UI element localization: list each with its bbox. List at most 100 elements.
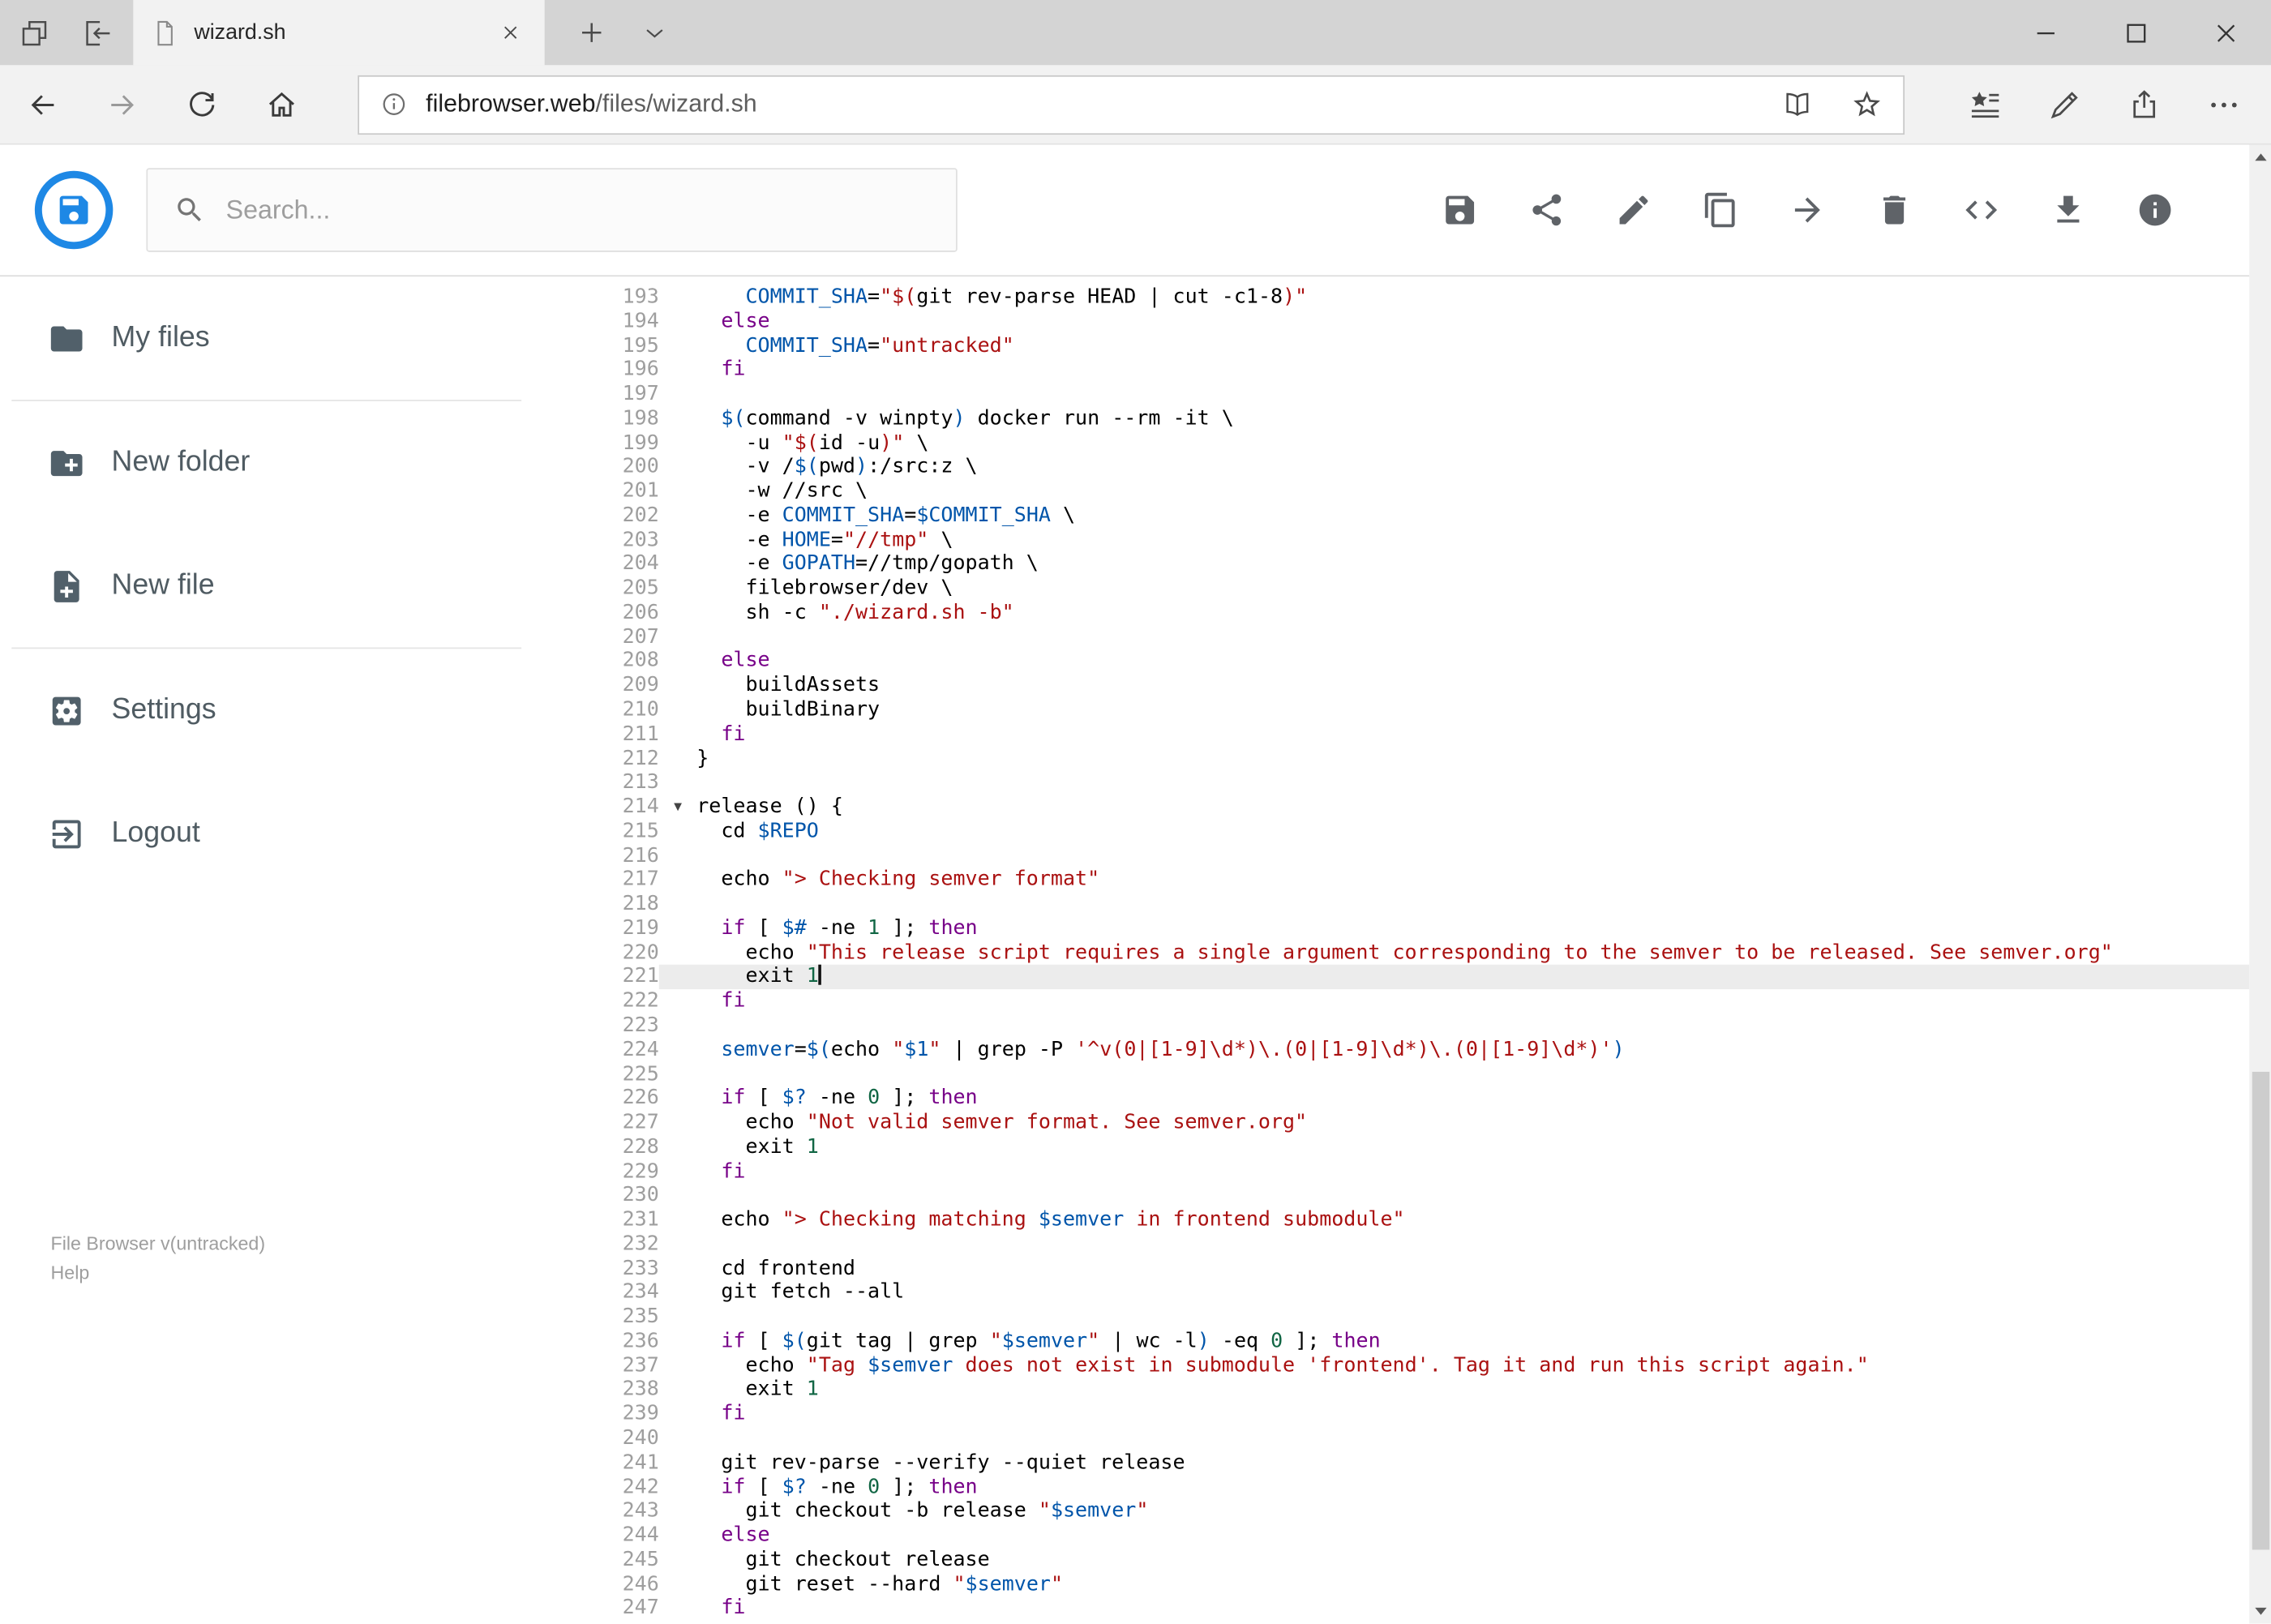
window-maximize-button[interactable] xyxy=(2091,0,2181,65)
code-line[interactable]: 226 if [ $? -ne 0 ]; then xyxy=(586,1086,2249,1111)
code-line[interactable]: 229 fi xyxy=(586,1159,2249,1184)
code-line[interactable]: 215 cd $REPO xyxy=(586,820,2249,844)
code-line[interactable]: 224 semver=$(echo "$1" | grep -P '^v(0|[… xyxy=(586,1038,2249,1062)
window-close-button[interactable] xyxy=(2181,0,2271,65)
move-button[interactable] xyxy=(1789,191,1826,229)
scrollbar-thumb[interactable] xyxy=(2251,1071,2269,1550)
code-line[interactable]: 219 if [ $# -ne 1 ]; then xyxy=(586,917,2249,941)
code-line[interactable]: 200 -v /$(pwd):/src:z \ xyxy=(586,456,2249,480)
code-editor[interactable]: 193 COMMIT_SHA="$(git rev-parse HEAD | c… xyxy=(586,276,2250,1624)
code-line[interactable]: 228 exit 1 xyxy=(586,1135,2249,1159)
tab-close-button[interactable] xyxy=(492,15,527,50)
sidebar-item-new-file[interactable]: New file xyxy=(0,525,586,648)
window-minimize-button[interactable] xyxy=(2002,0,2092,65)
address-bar[interactable]: filebrowser.web/files/wizard.sh xyxy=(358,74,1905,135)
code-line[interactable]: 237 echo "Tag $semver does not exist in … xyxy=(586,1354,2249,1378)
code-line[interactable]: 242 if [ $? -ne 0 ]; then xyxy=(586,1475,2249,1499)
code-line[interactable]: 243 git checkout -b release "$semver" xyxy=(586,1499,2249,1523)
code-line[interactable]: 244 else xyxy=(586,1523,2249,1548)
save-button[interactable] xyxy=(1441,191,1478,229)
code-line[interactable]: 204 -e GOPATH=//tmp/gopath \ xyxy=(586,552,2249,576)
code-line[interactable]: 216 xyxy=(586,844,2249,868)
code-line[interactable]: 211 fi xyxy=(586,722,2249,747)
search-input[interactable] xyxy=(223,193,956,227)
refresh-button[interactable] xyxy=(162,65,242,143)
favorite-star-icon[interactable] xyxy=(1851,88,1883,120)
sidebar-item-logout[interactable]: Logout xyxy=(0,772,586,895)
code-line[interactable]: 239 fi xyxy=(586,1403,2249,1427)
code-line[interactable]: 196 fi xyxy=(586,358,2249,383)
delete-button[interactable] xyxy=(1875,191,1913,229)
code-view-button[interactable] xyxy=(1963,191,2000,229)
code-line[interactable]: 209 buildAssets xyxy=(586,674,2249,698)
code-line[interactable]: 203 -e HOME="//tmp" \ xyxy=(586,528,2249,552)
code-line[interactable]: 194 else xyxy=(586,310,2249,334)
code-line[interactable]: 217 echo "> Checking semver format" xyxy=(586,868,2249,893)
browser-more-icon[interactable] xyxy=(2184,65,2264,143)
new-tab-button[interactable] xyxy=(573,15,608,50)
set-tabs-aside-button[interactable] xyxy=(81,15,116,50)
download-button[interactable] xyxy=(2050,191,2087,229)
code-line[interactable]: 199 -u "$(id -u)" \ xyxy=(586,431,2249,456)
web-note-pen-icon[interactable] xyxy=(2025,65,2104,143)
code-line[interactable]: 234 git fetch --all xyxy=(586,1281,2249,1305)
code-line[interactable]: 247 fi xyxy=(586,1596,2249,1621)
search-box[interactable] xyxy=(146,168,958,252)
code-line[interactable]: 214 ▾ release () { xyxy=(586,795,2249,820)
browser-tab[interactable]: wizard.sh xyxy=(133,0,545,66)
code-line[interactable]: 210 buildBinary xyxy=(586,698,2249,722)
sidebar-item-new-folder[interactable]: New folder xyxy=(0,401,586,525)
forward-button[interactable] xyxy=(83,65,162,143)
code-line[interactable]: 197 xyxy=(586,383,2249,407)
code-line[interactable]: 232 xyxy=(586,1232,2249,1257)
rename-button[interactable] xyxy=(1615,191,1652,229)
code-line[interactable]: 238 exit 1 xyxy=(586,1378,2249,1403)
back-button[interactable] xyxy=(3,65,83,143)
hub-favorites-icon[interactable] xyxy=(1945,65,2025,143)
code-line[interactable]: 201 -w //src \ xyxy=(586,480,2249,504)
vertical-scrollbar[interactable] xyxy=(2249,144,2271,1624)
code-line[interactable]: 230 xyxy=(586,1184,2249,1208)
share-button[interactable] xyxy=(1528,191,1566,229)
info-button[interactable] xyxy=(2136,191,2174,229)
code-line[interactable]: 246 git reset --hard "$semver" xyxy=(586,1572,2249,1596)
url-text[interactable]: filebrowser.web/files/wizard.sh xyxy=(426,90,1781,119)
copy-button[interactable] xyxy=(1702,191,1739,229)
tab-preview-button[interactable] xyxy=(17,15,52,50)
sidebar-item-settings[interactable]: Settings xyxy=(0,649,586,772)
code-line[interactable]: 235 xyxy=(586,1305,2249,1330)
code-line[interactable]: 220 echo "This release script requires a… xyxy=(586,941,2249,966)
code-line[interactable]: 221 exit 1 xyxy=(586,965,2250,990)
sidebar-item-my-files[interactable]: My files xyxy=(0,276,586,400)
code-line[interactable]: 212} xyxy=(586,747,2249,771)
code-line[interactable]: 195 COMMIT_SHA="untracked" xyxy=(586,334,2249,358)
code-line[interactable]: 245 git checkout release xyxy=(586,1548,2249,1572)
code-line[interactable]: 225 xyxy=(586,1062,2249,1086)
code-line[interactable]: 231 echo "> Checking matching $semver in… xyxy=(586,1208,2249,1232)
tab-list-chevron-icon[interactable] xyxy=(637,15,672,50)
code-line[interactable]: 213 xyxy=(586,771,2249,795)
code-line[interactable]: 222 fi xyxy=(586,989,2249,1013)
code-line[interactable]: 233 cd frontend xyxy=(586,1257,2249,1281)
browser-share-icon[interactable] xyxy=(2105,65,2184,143)
site-info-icon[interactable] xyxy=(379,90,409,119)
fold-arrow-icon[interactable]: ▾ xyxy=(659,795,696,820)
code-line[interactable]: 207 xyxy=(586,625,2249,649)
code-line[interactable]: 206 sh -c "./wizard.sh -b" xyxy=(586,601,2249,625)
scroll-up-arrow-icon[interactable] xyxy=(2249,145,2271,169)
help-link[interactable]: Help xyxy=(51,1258,266,1288)
reading-view-icon[interactable] xyxy=(1781,88,1813,120)
code-line[interactable]: 193 COMMIT_SHA="$(git rev-parse HEAD | c… xyxy=(586,285,2249,310)
code-line[interactable]: 240 xyxy=(586,1427,2249,1451)
code-line[interactable]: 227 echo "Not valid semver format. See s… xyxy=(586,1111,2249,1135)
code-line[interactable]: 223 xyxy=(586,1013,2249,1038)
code-line[interactable]: 208 else xyxy=(586,649,2249,674)
code-line[interactable]: 205 filebrowser/dev \ xyxy=(586,576,2249,601)
code-line[interactable]: 198 $(command -v winpty) docker run --rm… xyxy=(586,407,2249,431)
code-line[interactable]: 236 if [ $(git tag | grep "$semver" | wc… xyxy=(586,1330,2249,1354)
scroll-down-arrow-icon[interactable] xyxy=(2249,1599,2271,1623)
home-button[interactable] xyxy=(242,65,321,143)
code-line[interactable]: 241 git rev-parse --verify --quiet relea… xyxy=(586,1450,2249,1475)
code-line[interactable]: 202 -e COMMIT_SHA=$COMMIT_SHA \ xyxy=(586,503,2249,528)
code-line[interactable]: 218 xyxy=(586,893,2249,917)
